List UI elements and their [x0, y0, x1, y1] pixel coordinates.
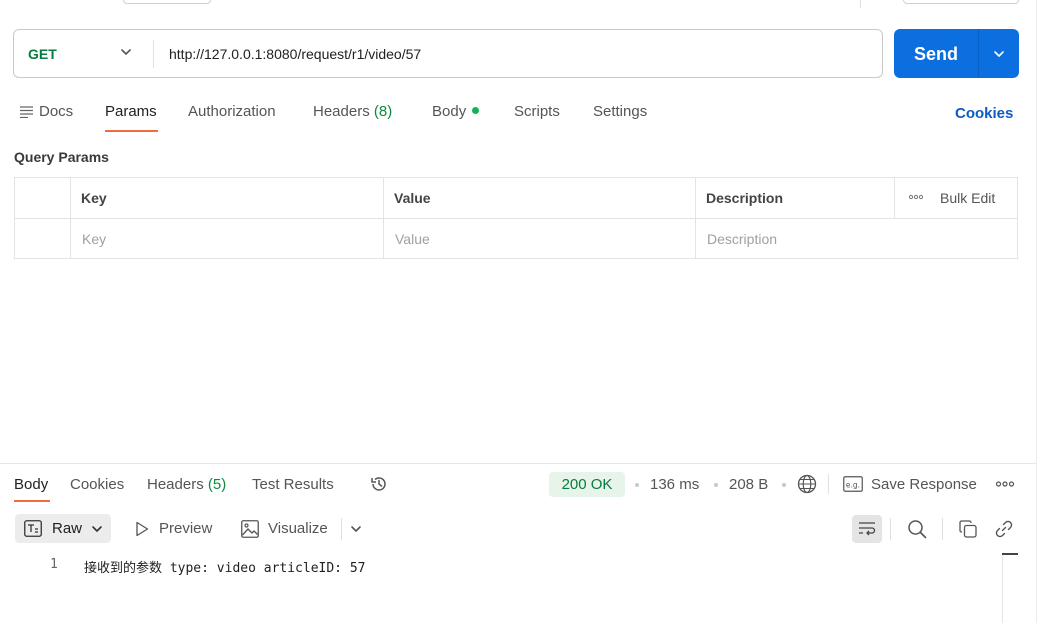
column-divider: [383, 178, 384, 258]
key-input[interactable]: Key: [82, 231, 106, 247]
send-button-group: Send: [894, 29, 1019, 78]
description-input[interactable]: Description: [707, 231, 777, 247]
column-divider: [70, 178, 71, 258]
line-number: 1: [50, 557, 58, 572]
scrollbar-track[interactable]: [1002, 555, 1003, 623]
save-response-button[interactable]: Save Response: [871, 476, 977, 493]
docs-icon: [20, 106, 34, 118]
tab-docs[interactable]: Docs: [39, 103, 73, 120]
format-select[interactable]: Raw: [15, 514, 111, 543]
wrap-button[interactable]: [852, 515, 882, 543]
cookies-link[interactable]: Cookies: [955, 105, 1013, 122]
search-icon[interactable]: [907, 519, 927, 539]
status-badge[interactable]: 200 OK: [549, 472, 625, 497]
preview-button[interactable]: Preview: [159, 520, 212, 537]
tab-settings[interactable]: Settings: [593, 103, 647, 120]
toolbar-divider: [828, 474, 829, 494]
request-url-bar: GET http://127.0.0.1:8080/request/r1/vid…: [13, 29, 883, 78]
response-divider: [0, 463, 1036, 464]
image-icon[interactable]: [241, 520, 259, 538]
chevron-down-icon: [118, 44, 134, 60]
column-divider: [894, 178, 895, 218]
more-icon[interactable]: [995, 477, 1015, 491]
toolbar-divider: [341, 518, 342, 540]
response-tab-test-results[interactable]: Test Results: [252, 476, 334, 493]
response-tab-body[interactable]: Body: [14, 476, 48, 493]
send-divider: [978, 29, 979, 78]
globe-icon[interactable]: [797, 474, 817, 494]
separator-dot: [635, 483, 639, 487]
value-input[interactable]: Value: [395, 231, 430, 247]
query-params-table: Key Value Description Bulk Edit Key Valu…: [14, 177, 1018, 259]
tab-headers-count: (8): [373, 103, 393, 120]
save-response-icon: e.g.: [843, 476, 863, 492]
bulk-edit-button[interactable]: Bulk Edit: [940, 190, 995, 206]
top-divider: [860, 0, 861, 8]
visualize-button[interactable]: Visualize: [268, 520, 328, 537]
play-icon[interactable]: [135, 521, 149, 537]
tab-params[interactable]: Params: [105, 103, 157, 120]
tab-headers-label: Headers: [313, 103, 370, 120]
more-icon: [908, 189, 924, 205]
wrap-icon: [858, 521, 876, 537]
response-tab-headers-count: (5): [207, 476, 227, 493]
toolbar-divider: [942, 518, 943, 540]
column-header-value: Value: [394, 190, 431, 206]
column-divider: [695, 178, 696, 258]
column-header-key: Key: [81, 190, 107, 206]
active-tab-indicator: [105, 130, 158, 132]
send-options-chevron-down-icon[interactable]: [991, 46, 1007, 62]
right-panel-divider: [1036, 0, 1037, 623]
tab-authorization[interactable]: Authorization: [188, 103, 276, 120]
top-stub-right: [903, 0, 1019, 4]
link-icon[interactable]: [994, 519, 1014, 539]
chevron-down-icon: [89, 521, 105, 537]
copy-icon[interactable]: [959, 520, 977, 538]
column-header-description: Description: [706, 190, 784, 206]
response-size[interactable]: 208 B: [729, 476, 768, 493]
response-body-line[interactable]: 接收到的参数 type: video articleID: 57: [84, 557, 366, 576]
tab-body[interactable]: Body: [432, 103, 480, 120]
tab-scripts[interactable]: Scripts: [514, 103, 560, 120]
raw-format-icon: [24, 520, 42, 537]
tab-headers[interactable]: Headers (8): [313, 103, 392, 120]
response-time[interactable]: 136 ms: [650, 476, 699, 493]
url-input[interactable]: http://127.0.0.1:8080/request/r1/video/5…: [169, 46, 421, 62]
separator-dot: [782, 483, 786, 487]
toolbar-divider: [890, 518, 891, 540]
method-label: GET: [28, 46, 57, 62]
response-active-tab-indicator: [14, 500, 50, 502]
svg-text:e.g.: e.g.: [846, 481, 860, 490]
send-button[interactable]: Send: [894, 44, 978, 65]
response-tab-headers[interactable]: Headers (5): [147, 476, 226, 493]
separator-dot: [714, 483, 718, 487]
format-label: Raw: [52, 520, 83, 537]
history-icon[interactable]: [369, 474, 389, 494]
response-tab-cookies[interactable]: Cookies: [70, 476, 124, 493]
query-params-title: Query Params: [14, 149, 109, 165]
table-header-row: [15, 178, 1017, 219]
url-divider: [153, 40, 154, 68]
top-stub-left: [123, 0, 211, 4]
body-indicator-dot: [472, 107, 480, 114]
scrollbar-marker: [1002, 553, 1018, 555]
tab-body-label: Body: [432, 103, 467, 120]
chevron-down-icon[interactable]: [348, 521, 364, 537]
response-tab-headers-label: Headers: [147, 476, 204, 493]
method-select[interactable]: GET: [14, 30, 154, 77]
